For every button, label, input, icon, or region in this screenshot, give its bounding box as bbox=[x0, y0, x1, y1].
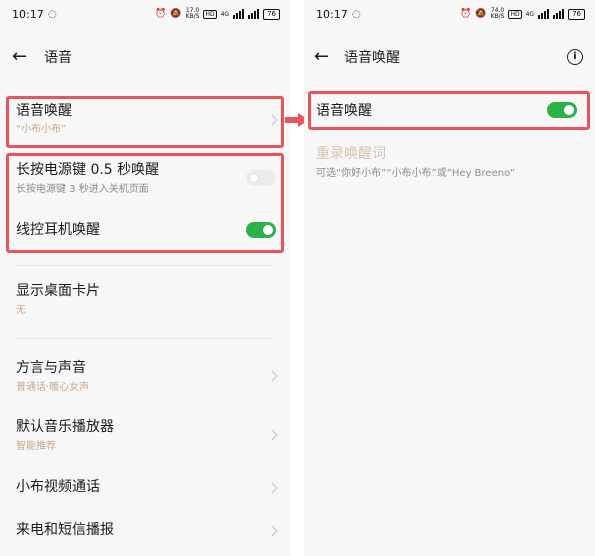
chevron-right-icon bbox=[266, 370, 278, 382]
music-player-item[interactable]: 默认音乐播放器 智能推荐 bbox=[0, 415, 290, 455]
dialect-label: 方言与声音 bbox=[16, 360, 86, 376]
status-bar: 10:17 ◌ ⏰ 🔕 74.0 KB/S HD 4G 76 bbox=[304, 8, 595, 24]
signal-icon bbox=[233, 9, 245, 19]
chevron-right-icon bbox=[266, 429, 278, 441]
top-bar: ← 语音唤醒 i bbox=[304, 40, 595, 80]
wired-headset-wake-item: 线控耳机唤醒 bbox=[0, 218, 290, 244]
network-speed: 17.0 KB/S bbox=[185, 7, 200, 20]
chat-notification-icon: ◌ bbox=[352, 9, 361, 20]
top-bar: ← 语音 bbox=[0, 40, 290, 80]
back-arrow-icon[interactable]: ← bbox=[12, 46, 27, 68]
divider bbox=[16, 338, 274, 339]
divider bbox=[16, 265, 274, 266]
power-key-label: 长按电源键 0.5 秒唤醒 bbox=[16, 162, 160, 178]
power-key-toggle[interactable] bbox=[246, 170, 276, 186]
voice-wake-item: 语音唤醒 bbox=[304, 98, 595, 124]
status-time: 10:17 bbox=[316, 8, 348, 21]
dialect-value: 普通话·暖心女声 bbox=[16, 382, 90, 393]
voice-wake-value: “小布小布” bbox=[16, 124, 67, 135]
network-type: 4G bbox=[220, 10, 230, 18]
mute-icon: 🔕 bbox=[170, 9, 182, 19]
desktop-card-value: 无 bbox=[16, 305, 26, 316]
mute-icon: 🔕 bbox=[475, 9, 487, 19]
video-call-label: 小布视频通话 bbox=[16, 479, 100, 495]
battery-icon: 76 bbox=[263, 8, 280, 20]
wired-headset-toggle[interactable] bbox=[246, 222, 276, 238]
music-player-label: 默认音乐播放器 bbox=[16, 419, 114, 435]
back-arrow-icon[interactable]: ← bbox=[314, 46, 329, 68]
network-speed: 74.0 KB/S bbox=[490, 7, 505, 20]
alarm-icon: ⏰ bbox=[460, 9, 472, 19]
network-type: 4G bbox=[525, 10, 535, 18]
page-title: 语音唤醒 bbox=[344, 50, 400, 66]
rerecord-label: 重录唤醒词 bbox=[316, 146, 386, 162]
signal-icon bbox=[538, 9, 550, 19]
screen-voice-wake: 10:17 ◌ ⏰ 🔕 74.0 KB/S HD 4G 76 ← 语音唤醒 i … bbox=[304, 0, 595, 556]
video-call-item[interactable]: 小布视频通话 bbox=[0, 474, 290, 500]
chevron-right-icon bbox=[266, 525, 278, 537]
desktop-card-item[interactable]: 显示桌面卡片 无 bbox=[0, 280, 290, 320]
info-icon[interactable]: i bbox=[567, 49, 583, 65]
chevron-right-icon bbox=[266, 482, 278, 494]
signal-icon bbox=[553, 9, 565, 19]
desktop-card-label: 显示桌面卡片 bbox=[16, 283, 100, 299]
page-title: 语音 bbox=[44, 50, 72, 66]
hd-badge: HD bbox=[508, 9, 522, 19]
power-key-wake-item: 长按电源键 0.5 秒唤醒 长按电源键 3 秒进入关机页面 bbox=[0, 158, 290, 200]
chevron-right-icon bbox=[266, 114, 278, 126]
signal-icon bbox=[248, 9, 260, 19]
chat-notification-icon: ◌ bbox=[48, 9, 57, 20]
status-bar: 10:17 ◌ ⏰ 🔕 17.0 KB/S HD 4G 76 bbox=[0, 8, 290, 24]
alarm-icon: ⏰ bbox=[155, 9, 167, 19]
voice-wake-item[interactable]: 语音唤醒 “小布小布” bbox=[0, 98, 290, 142]
status-time: 10:17 bbox=[12, 8, 44, 21]
rerecord-sub: 可选“你好小布”“小布小布”或“Hey Breeno” bbox=[316, 168, 516, 179]
voice-wake-label: 语音唤醒 bbox=[16, 103, 72, 119]
screen-voice-settings: 10:17 ◌ ⏰ 🔕 17.0 KB/S HD 4G 76 ← 语音 语音唤醒… bbox=[0, 0, 290, 556]
power-key-sub: 长按电源键 3 秒进入关机页面 bbox=[16, 184, 149, 195]
voice-wake-toggle[interactable] bbox=[547, 102, 577, 118]
dialect-voice-item[interactable]: 方言与声音 普通话·暖心女声 bbox=[0, 356, 290, 396]
wired-headset-label: 线控耳机唤醒 bbox=[16, 222, 100, 238]
call-sms-label: 来电和短信播报 bbox=[16, 522, 114, 538]
voice-wake-label: 语音唤醒 bbox=[316, 103, 372, 119]
rerecord-wake-word-item[interactable]: 重录唤醒词 可选“你好小布”“小布小布”或“Hey Breeno” bbox=[304, 142, 595, 186]
hd-badge: HD bbox=[203, 9, 217, 19]
call-sms-broadcast-item[interactable]: 来电和短信播报 bbox=[0, 518, 290, 544]
battery-icon: 76 bbox=[568, 8, 585, 20]
music-player-value: 智能推荐 bbox=[16, 441, 56, 452]
